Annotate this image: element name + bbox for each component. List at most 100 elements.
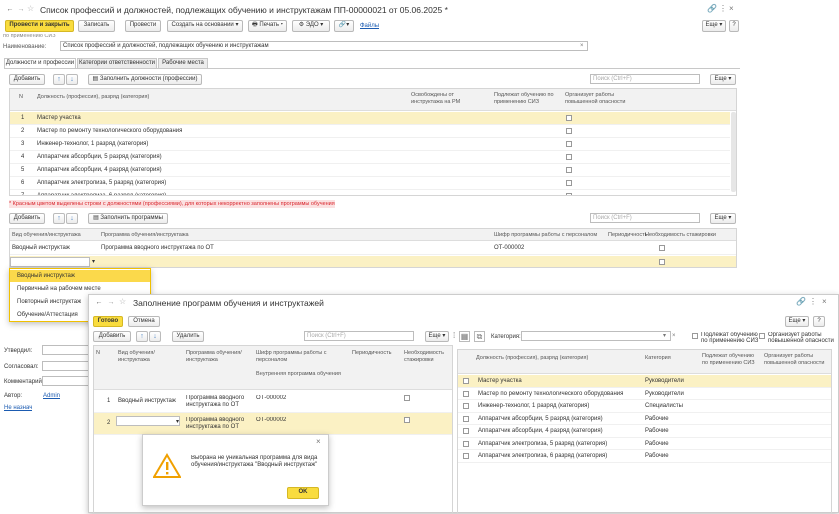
lower-new-row-dropdown-icon[interactable]: ▾ <box>92 256 95 267</box>
siz-filter-checkbox[interactable] <box>692 333 698 339</box>
sub-delete-button[interactable]: Удалить <box>172 331 204 342</box>
sub-right-table-row[interactable]: Аппаратчик электролиза, 6 разряд (катего… <box>458 450 831 463</box>
lower-move-up-button[interactable]: ↑ <box>53 213 65 224</box>
sub-right-row-checkbox[interactable] <box>463 378 469 384</box>
upper-table-row[interactable]: 5 Аппаратчик абсорбции, 4 разряд (категор… <box>10 164 730 177</box>
tab-workplaces[interactable]: Рабочие места <box>158 58 208 68</box>
sub-left-table-row[interactable]: 1 Вводный инструктаж Программа вводного ин… <box>94 391 452 413</box>
comment-field[interactable] <box>42 376 90 386</box>
upper-fill-button[interactable]: ▤ Заполнить должности (профессии) <box>88 74 202 85</box>
sub-link-icon[interactable]: 🔗 <box>796 297 806 307</box>
upper-row-danger-checkbox[interactable] <box>566 154 572 160</box>
attach-button[interactable]: 🔗▾ <box>334 20 354 32</box>
sub-right-row-checkbox[interactable] <box>463 403 469 409</box>
agreed-field[interactable] <box>42 361 90 371</box>
upper-move-down-button[interactable]: ↓ <box>66 74 78 85</box>
sub-left-table-row[interactable]: 2 ▾ Программа вводного инструктажа по ОТ ОТ… <box>94 413 452 435</box>
sub-move-down-button[interactable]: ↓ <box>149 331 161 342</box>
create-based-button[interactable]: Создать на основании ▾ <box>167 20 243 32</box>
upper-table-row[interactable]: 7 Аппаратчик электролиза, 6 разряд (катег… <box>10 190 730 195</box>
category-dropdown-icon[interactable]: ▾ <box>663 331 666 341</box>
post-close-button[interactable]: Провести и закрыть <box>5 20 74 32</box>
sub-right-table-row[interactable]: Мастер участка Руководители <box>458 375 831 388</box>
files-link[interactable]: Файлы <box>360 22 379 30</box>
help-button[interactable]: ? <box>729 20 739 32</box>
lower-fill-button[interactable]: ▤ Заполнить программы <box>88 213 168 224</box>
sub-left-row-kind-input[interactable] <box>116 416 180 426</box>
copy2-icon[interactable]: ⧉ <box>474 331 485 342</box>
upper-table-row[interactable]: 6 Аппаратчик электролиза, 5 разряд (катег… <box>10 177 730 190</box>
upper-row-danger-checkbox[interactable] <box>566 128 572 134</box>
sub-left-row-kind-dropdown-icon[interactable]: ▾ <box>176 416 179 429</box>
alert-close-icon[interactable]: × <box>316 437 321 447</box>
upper-add-button[interactable]: Добавить <box>9 74 45 85</box>
sub-favorite-star-icon[interactable]: ☆ <box>119 297 126 307</box>
sub-right-table-row[interactable]: Аппаратчик электролиза, 5 разряд (катего… <box>458 438 831 450</box>
lower-table-new-row[interactable]: ▾ <box>10 256 736 267</box>
sub-left-more-button[interactable]: Еще ▾ <box>425 331 449 342</box>
upper-more-button[interactable]: Еще ▾ <box>710 74 736 85</box>
upper-scrollbar[interactable] <box>731 112 736 192</box>
alert-ok-button[interactable]: OK <box>287 487 319 499</box>
sub-right-table-row[interactable]: Аппаратчик абсорбции, 4 разряд (категори… <box>458 425 831 438</box>
name-field-dropdown-icon[interactable]: × <box>580 41 584 51</box>
upper-row-danger-checkbox[interactable] <box>566 115 572 121</box>
edo-button[interactable]: ⚙ ЭДО ▾ <box>292 20 330 32</box>
sub-search-input[interactable]: Поиск (Ctrl+F) <box>304 331 414 341</box>
sub-right-row-checkbox[interactable] <box>463 440 469 447</box>
lower-move-down-button[interactable]: ↓ <box>66 213 78 224</box>
name-field[interactable]: Список профессий и должностей, подлежащи… <box>60 41 588 51</box>
sub-cancel-button[interactable]: Отмена <box>128 316 160 327</box>
sub-right-row-checkbox[interactable] <box>463 415 469 422</box>
more-button[interactable]: Еще ▾ <box>702 20 726 32</box>
sub-add-button[interactable]: Добавить <box>93 331 131 342</box>
sub-back-button[interactable]: ← <box>93 298 105 309</box>
lower-new-row-kind-input[interactable] <box>10 257 90 267</box>
sub-right-table-row[interactable]: Инженер-технолог, 1 разряд (категория) Сп… <box>458 400 831 413</box>
not-assigned-link[interactable]: Не назнач <box>4 404 32 412</box>
sub-help-button[interactable]: ? <box>813 316 825 327</box>
sub-right-row-checkbox[interactable] <box>463 428 469 434</box>
sub-right-row-checkbox[interactable] <box>463 390 469 397</box>
sub-left-row-internship-checkbox[interactable] <box>404 395 410 401</box>
upper-row-danger-checkbox[interactable] <box>566 141 572 147</box>
author-link[interactable]: Admin <box>43 392 60 400</box>
sub-close-icon[interactable]: × <box>822 297 827 307</box>
upper-row-danger-checkbox[interactable] <box>566 167 572 173</box>
upper-row-danger-checkbox[interactable] <box>566 193 572 195</box>
lower-row-internship-checkbox[interactable] <box>659 245 665 251</box>
lower-add-button[interactable]: Добавить <box>9 213 45 224</box>
dropdown-item-intro[interactable]: Вводный инструктаж <box>10 270 150 282</box>
tab-responsibility-categories[interactable]: Категории ответственности <box>77 58 157 68</box>
upper-table-row[interactable]: 1 Мастер участка <box>10 112 730 125</box>
approved-field[interactable] <box>42 345 90 355</box>
sub-right-table-row[interactable]: Мастер по ремонту технологического обору… <box>458 388 831 400</box>
print-button[interactable]: 🖶 Печать ▾ <box>248 20 287 32</box>
ready-button[interactable]: Готово <box>93 316 123 327</box>
sub-more-vert-icon[interactable]: ⋮ <box>809 297 817 307</box>
category-field[interactable] <box>521 331 671 341</box>
sub-forward-button[interactable]: → <box>105 298 117 309</box>
upper-move-up-button[interactable]: ↑ <box>53 74 65 85</box>
upper-table-row[interactable]: 3 Инженер-технолог, 1 разряд (категория) <box>10 138 730 151</box>
upper-table-row[interactable]: 4 Аппаратчик абсорбции, 5 разряд (категор… <box>10 151 730 164</box>
sub-move-up-button[interactable]: ↑ <box>136 331 148 342</box>
link-icon[interactable]: 🔗 <box>707 4 717 14</box>
danger-filter-checkbox[interactable] <box>759 333 765 339</box>
close-icon[interactable]: × <box>729 4 734 14</box>
sub-more-button[interactable]: Еще ▾ <box>785 316 809 327</box>
favorite-star-icon[interactable]: ☆ <box>27 4 34 14</box>
lower-table-row[interactable]: Вводный инструктаж Программа вводного ин… <box>10 242 736 255</box>
sub-right-row-checkbox[interactable] <box>463 453 469 459</box>
copy-icon[interactable]: ▦ <box>459 331 470 342</box>
tab-positions[interactable]: Должности и профессии <box>4 58 76 68</box>
category-clear-icon[interactable]: × <box>672 331 676 341</box>
more-vert-icon[interactable]: ⋮ <box>719 4 727 14</box>
upper-table-row[interactable]: 2 Мастер по ремонту технологического обор… <box>10 125 730 138</box>
lower-new-row-internship-checkbox[interactable] <box>659 259 665 265</box>
save-button[interactable]: Записать <box>78 20 115 32</box>
upper-row-danger-checkbox[interactable] <box>566 180 572 186</box>
forward-button[interactable]: → <box>15 5 27 16</box>
post-button[interactable]: Провести <box>125 20 161 32</box>
sub-left-row-internship-checkbox[interactable] <box>404 417 410 423</box>
